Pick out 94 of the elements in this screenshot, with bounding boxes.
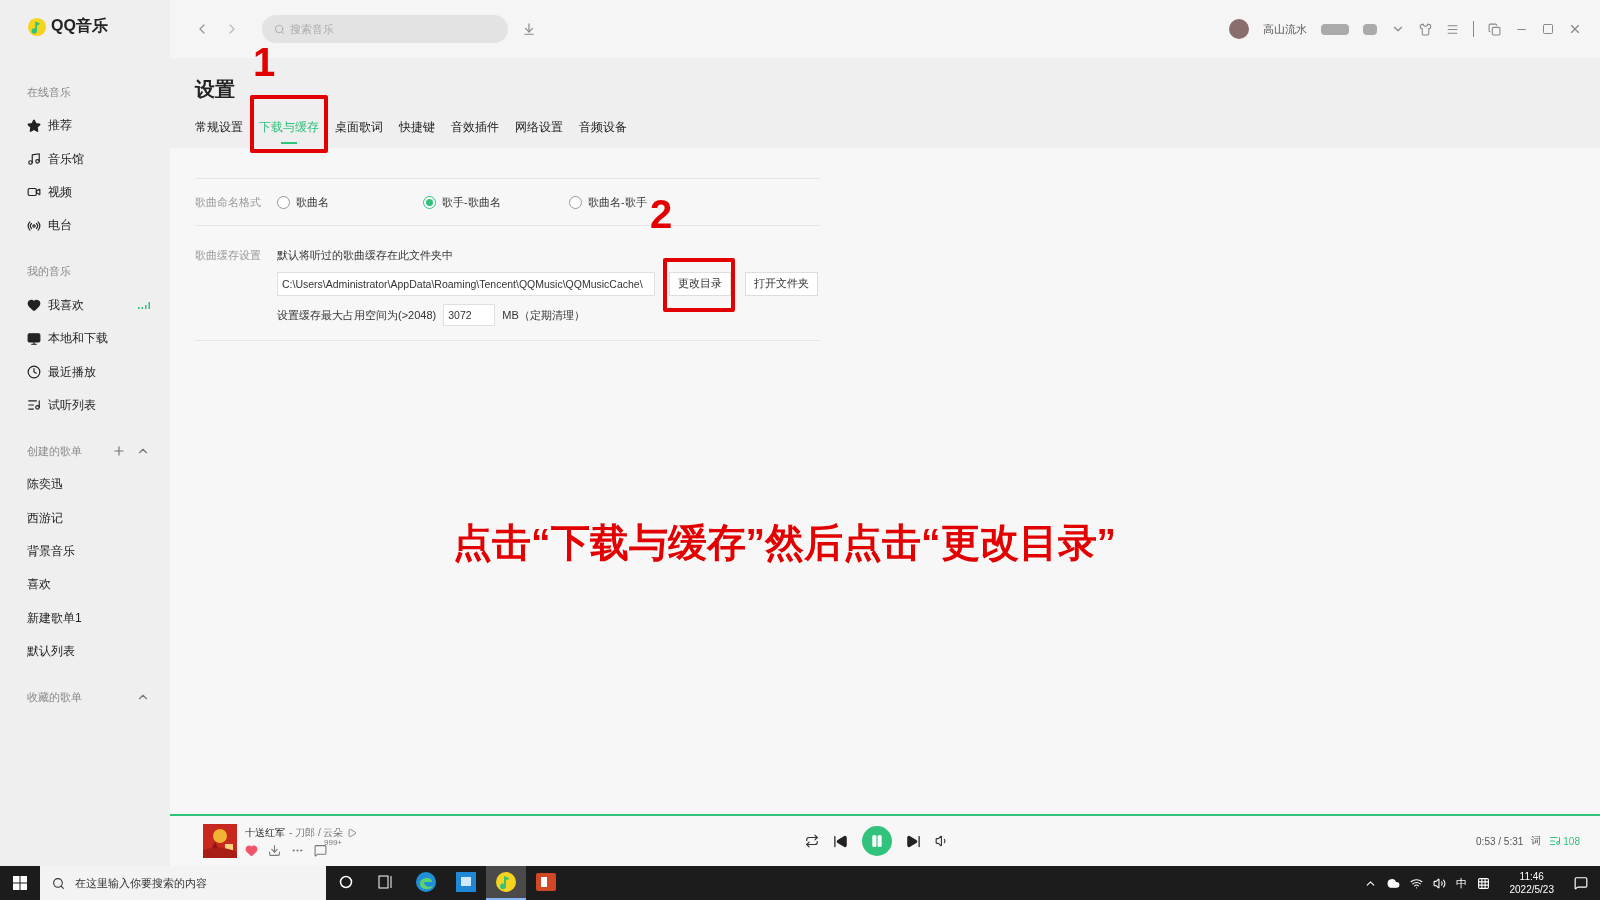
radio-option[interactable]: 歌手-歌曲名 (423, 193, 569, 211)
section-title: 在线音乐 (27, 84, 72, 100)
cloud-icon[interactable] (1386, 876, 1400, 890)
sidebar-item[interactable]: 陈奕迅 (27, 468, 150, 502)
taskbar-clock[interactable]: 11:46 2022/5/23 (1509, 870, 1554, 896)
path-field[interactable]: C:\Users\Administrator\AppData\Roaming\Tencent\QQMusic\QQMusicCache\ (277, 272, 655, 296)
sidebar-item[interactable]: 音乐馆 (27, 142, 150, 176)
radio-option[interactable]: 歌曲名 (277, 193, 423, 211)
highlight-frame (663, 258, 735, 312)
mini-mode-icon[interactable] (1488, 22, 1501, 36)
app-logo-text: QQ音乐 (51, 16, 108, 36)
callout-number: 1 (253, 42, 276, 82)
lyrics-toggle[interactable]: 词 (1531, 834, 1542, 848)
like-heart-icon[interactable] (245, 843, 258, 857)
windows-logo-icon (13, 876, 27, 890)
sidebar-item[interactable]: 推荐 (27, 109, 150, 143)
sidebar-item[interactable]: 西游记 (27, 501, 150, 535)
search-icon (274, 23, 285, 35)
vip-badge-icon (1363, 23, 1377, 35)
size-label: 设置缓存最大占用空间为(>2048) (277, 307, 437, 323)
active-tab-indicator (281, 142, 297, 144)
radio-button[interactable] (423, 195, 436, 209)
setting-description: 默认将听过的歌曲缓存在此文件夹中 (277, 248, 454, 263)
maximize-icon[interactable] (1542, 23, 1554, 35)
instruction-caption: 点击“下载与缓存”然后点击“更改目录” (453, 520, 1117, 566)
comment-count: 999+ (324, 837, 343, 847)
close-icon[interactable] (1568, 22, 1582, 36)
download-icon[interactable] (522, 22, 536, 36)
monitor-icon (27, 331, 41, 346)
sidebar-item[interactable]: 我喜欢 (27, 288, 150, 322)
folder-button[interactable]: 打开文件夹 (745, 272, 818, 296)
browser-icon[interactable] (415, 871, 437, 893)
user-name[interactable]: 高山流水 (1263, 21, 1307, 37)
song-title[interactable]: 十送红军 (245, 825, 285, 840)
radio-button[interactable] (569, 195, 582, 209)
radio-button[interactable] (277, 195, 290, 209)
setting-label: 歌曲命名格式 (195, 195, 262, 210)
settings-tab[interactable]: 音效插件 (451, 115, 499, 148)
comment-icon[interactable] (314, 843, 327, 857)
playback-time: 0:53 / 5:31 (1476, 835, 1524, 847)
sidebar-item[interactable]: 新建歌单1 (27, 601, 150, 636)
download-icon[interactable] (268, 843, 281, 857)
section-title: 我的音乐 (27, 264, 72, 280)
task-view-icon[interactable] (378, 875, 394, 889)
sidebar-item[interactable]: 喜欢 (27, 568, 150, 602)
page-title: 设置 (195, 77, 236, 102)
sidebar-item[interactable]: 背景音乐 (27, 534, 150, 569)
music-note-icon (27, 152, 41, 167)
input-method-indicator[interactable]: 中 (1455, 875, 1467, 891)
pause-icon (870, 834, 884, 848)
song-artists[interactable]: - 刀郎 / 云朵 (289, 825, 344, 840)
search-icon (52, 876, 65, 890)
user-avatar[interactable] (1229, 19, 1249, 39)
setting-label: 歌曲缓存设置 (195, 248, 262, 263)
taskbar-search-field[interactable]: 在这里输入你要搜索的内容 (40, 866, 326, 900)
sidebar-item[interactable]: 视频 (27, 175, 150, 210)
star-icon (27, 118, 41, 133)
keyboard-icon[interactable] (1476, 876, 1490, 890)
settings-tab[interactable]: 网络设置 (515, 115, 563, 148)
notification-icon[interactable] (1574, 876, 1588, 890)
playlist-icon (27, 398, 41, 413)
settings-tab[interactable]: 音频设备 (579, 115, 627, 148)
music-app-icon[interactable] (495, 871, 517, 893)
network-icon[interactable] (1409, 876, 1423, 890)
store-icon[interactable] (455, 871, 477, 893)
folder-button[interactable]: 更改目录 (669, 272, 731, 296)
previous-icon[interactable] (833, 833, 848, 849)
clock-icon (27, 365, 41, 380)
playlist-icon (1549, 835, 1562, 847)
sidebar-item[interactable]: 默认列表 (27, 635, 150, 669)
next-icon[interactable] (906, 833, 921, 849)
sidebar-item[interactable]: 试听列表 (27, 388, 150, 423)
sidebar-item[interactable]: 电台 (27, 209, 150, 243)
menu-icon[interactable] (1446, 22, 1459, 36)
section-title: 收藏的歌单 (27, 689, 83, 705)
circle-icon[interactable] (339, 875, 353, 889)
sidebar-item[interactable]: 本地和下载 (27, 321, 150, 356)
presentation-app-icon[interactable] (535, 871, 557, 893)
skin-icon[interactable] (1419, 22, 1432, 36)
settings-tab[interactable]: 桌面歌词 (335, 115, 383, 148)
callout-number: 2 (650, 194, 673, 234)
size-unit: MB（定期清理） (502, 307, 585, 323)
music-logo-icon (27, 16, 47, 37)
size-field[interactable]: 3072 (443, 304, 496, 326)
sidebar-item[interactable]: 最近播放 (27, 355, 150, 389)
volume-icon[interactable] (1432, 876, 1446, 890)
settings-tab[interactable]: 常规设置 (195, 115, 243, 148)
level-badge-icon (1321, 23, 1349, 35)
section-title: 创建的歌单 (27, 443, 83, 459)
taskbar-app[interactable] (486, 866, 526, 900)
repeat-icon[interactable] (805, 834, 819, 848)
heart-icon (27, 298, 41, 313)
settings-tab[interactable]: 快捷键 (399, 115, 435, 148)
radio-icon (27, 218, 41, 233)
